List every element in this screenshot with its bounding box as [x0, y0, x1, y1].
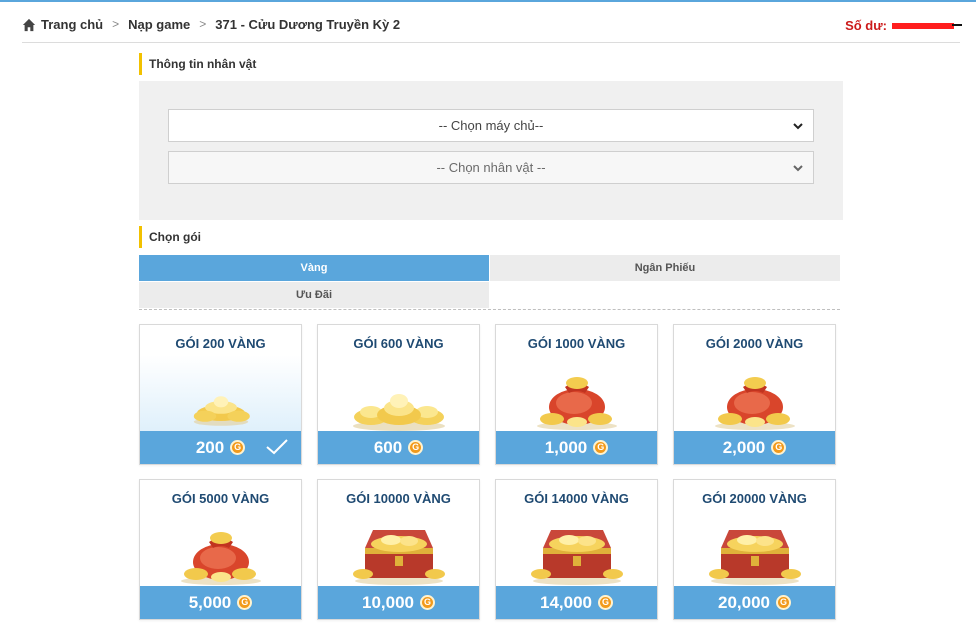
package-card[interactable]: GÓI 200 VÀNG 200 G [139, 324, 302, 465]
character-info-panel: -- Chọn máy chủ-- -- Chọn nhân vật -- [139, 81, 843, 220]
check-icon [266, 439, 288, 455]
package-price: 5,000 G [140, 586, 301, 619]
coin-icon: G [593, 440, 609, 455]
package-card[interactable]: GÓI 5000 VÀNG 5,000 G [139, 479, 302, 620]
breadcrumb-topup[interactable]: Nạp game [128, 17, 190, 32]
package-image [140, 361, 301, 431]
package-card[interactable]: GÓI 1000 VÀNG 1,000 G [495, 324, 658, 465]
chevron-down-icon [793, 165, 803, 172]
balance-redacted-value [892, 22, 962, 29]
chevron-down-icon [793, 123, 803, 130]
package-price: 600 G [318, 431, 479, 464]
section-title-choose-package: Chọn gói [139, 226, 201, 248]
package-price: 14,000 G [496, 586, 657, 619]
coin-icon: G [408, 440, 424, 455]
home-icon[interactable] [22, 18, 36, 32]
coin-icon: G [230, 440, 246, 455]
package-image [318, 516, 479, 586]
package-image [318, 361, 479, 431]
coin-icon: G [598, 595, 613, 610]
package-price: 20,000 G [674, 586, 835, 619]
package-card[interactable]: GÓI 600 VÀNG 600 G [317, 324, 480, 465]
package-price-value: 20,000 [718, 592, 770, 612]
package-price-value: 1,000 [544, 437, 588, 457]
tab-bank-note[interactable]: Ngân Phiếu [490, 255, 840, 281]
package-card[interactable]: GÓI 14000 VÀNG 14,000 G [495, 479, 658, 620]
package-price: 1,000 G [496, 431, 657, 464]
character-select-value: -- Chọn nhân vật -- [436, 160, 546, 175]
package-price: 2,000 G [674, 431, 835, 464]
package-image [496, 516, 657, 586]
package-title: GÓI 20000 VÀNG [702, 491, 807, 506]
package-title: GÓI 600 VÀNG [353, 336, 444, 351]
coin-icon: G [776, 595, 791, 610]
divider [139, 309, 840, 310]
coin-icon: G [771, 440, 787, 455]
package-title: GÓI 10000 VÀNG [346, 491, 451, 506]
package-card[interactable]: GÓI 10000 VÀNG 10,000 G [317, 479, 480, 620]
package-title: GÓI 2000 VÀNG [705, 336, 804, 351]
package-price-value: 2,000 [722, 437, 766, 457]
top-accent-line [0, 0, 976, 2]
package-price: 10,000 G [318, 586, 479, 619]
breadcrumb: Trang chủ > Nạp game > 371 - Cửu Dương T… [22, 17, 960, 43]
package-title: GÓI 14000 VÀNG [524, 491, 629, 506]
package-price-value: 200 [195, 437, 225, 457]
package-image [674, 361, 835, 431]
server-select[interactable]: -- Chọn máy chủ-- [168, 109, 814, 142]
package-card[interactable]: GÓI 20000 VÀNG 20,000 G [673, 479, 836, 620]
tab-gold[interactable]: Vàng [139, 255, 489, 281]
character-select[interactable]: -- Chọn nhân vật -- [168, 151, 814, 184]
package-price-value: 14,000 [540, 592, 592, 612]
package-price-value: 5,000 [188, 592, 232, 612]
tab-promotion[interactable]: Ưu Đãi [139, 282, 489, 308]
package-image [140, 516, 301, 586]
package-price: 200 G [140, 431, 301, 464]
section-title-character-info: Thông tin nhân vật [139, 53, 256, 75]
coin-icon: G [420, 595, 435, 610]
package-card[interactable]: GÓI 2000 VÀNG 2,000 G [673, 324, 836, 465]
balance: Số dư: [845, 18, 962, 33]
breadcrumb-home[interactable]: Trang chủ [41, 17, 103, 32]
server-select-value: -- Chọn máy chủ-- [438, 118, 544, 133]
package-title: GÓI 200 VÀNG [175, 336, 266, 351]
coin-icon: G [237, 595, 253, 610]
package-price-value: 600 [373, 437, 403, 457]
balance-label: Số dư: [845, 18, 887, 33]
chevron-right-icon: > [199, 17, 207, 31]
package-title: GÓI 5000 VÀNG [171, 491, 270, 506]
package-image [674, 516, 835, 586]
package-image [496, 361, 657, 431]
package-title: GÓI 1000 VÀNG [527, 336, 626, 351]
chevron-right-icon: > [112, 17, 120, 31]
breadcrumb-game: 371 - Cửu Dương Truyền Kỳ 2 [215, 17, 401, 32]
package-price-value: 10,000 [362, 592, 414, 612]
